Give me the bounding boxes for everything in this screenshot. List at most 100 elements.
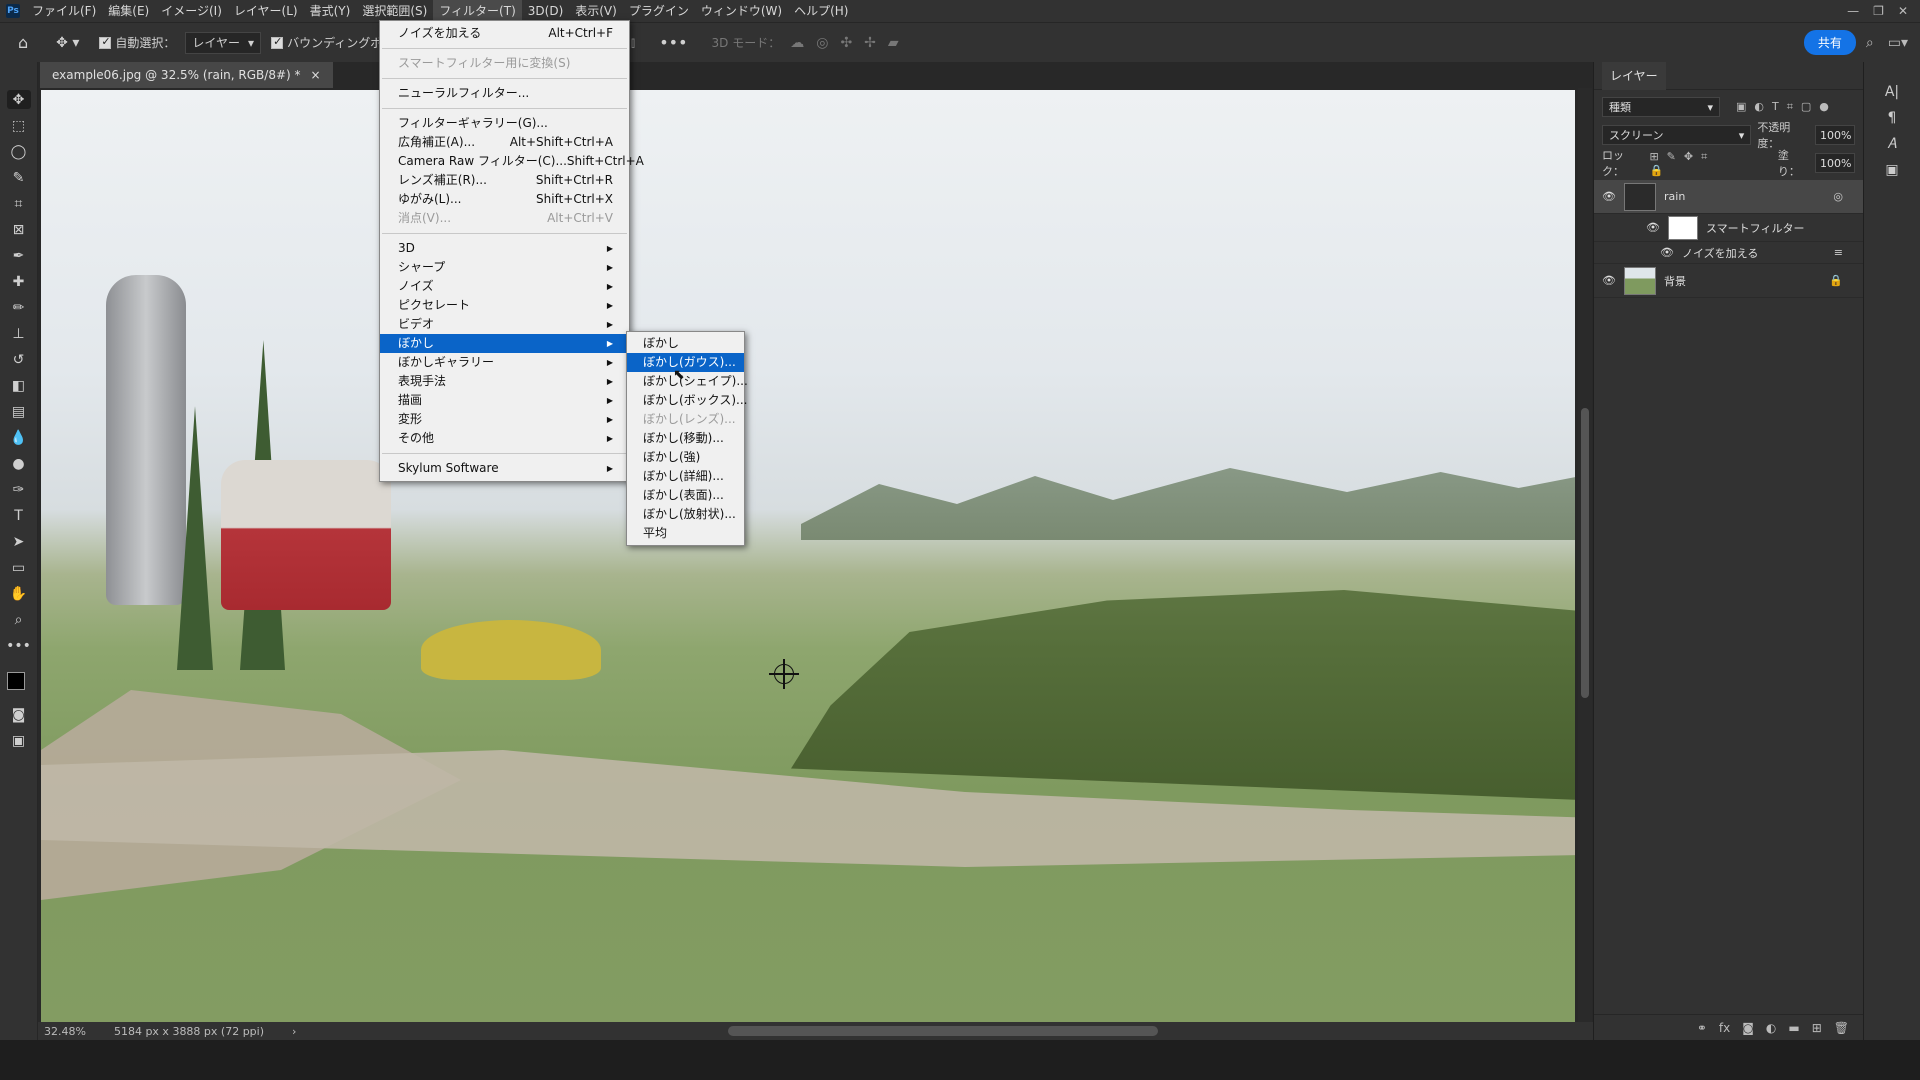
rectangle-tool-icon[interactable]: ▭ — [7, 558, 31, 577]
more-options-icon[interactable]: ••• — [659, 33, 687, 52]
path-select-icon[interactable]: ➤ — [7, 532, 31, 551]
horizontal-scroll-thumb[interactable] — [728, 1026, 1158, 1036]
history-brush-icon[interactable]: ↺ — [7, 350, 31, 369]
stamp-tool-icon[interactable]: ⊥ — [7, 324, 31, 343]
filter-menu-item[interactable]: ニューラルフィルター... — [380, 84, 629, 103]
eye-icon[interactable]: 👁 — [1646, 221, 1660, 234]
minimize-button[interactable]: — — [1847, 4, 1859, 18]
search-icon[interactable]: ⌕ — [1866, 35, 1874, 51]
quick-select-tool-icon[interactable]: ✎ — [7, 168, 31, 187]
brush-tool-icon[interactable]: ✏ — [7, 298, 31, 317]
restore-button[interactable]: ❐ — [1873, 4, 1884, 18]
filter-menu-item[interactable]: レンズ補正(R)... Shift+Ctrl+R — [380, 171, 629, 190]
layer-filter-dropdown[interactable]: 種類 ▾ — [1602, 97, 1720, 117]
new-layer-icon[interactable]: ⊞ — [1812, 1021, 1822, 1035]
menu-3d[interactable]: 3D(D) — [522, 0, 569, 22]
mask-icon[interactable]: ◙ — [1742, 1021, 1754, 1035]
auto-select-checkbox[interactable] — [99, 35, 112, 49]
close-tab-icon[interactable]: × — [311, 62, 321, 88]
menu-view[interactable]: 表示(V) — [569, 0, 623, 22]
screen-mode-icon[interactable]: ▣ — [7, 731, 31, 750]
hand-tool-icon[interactable]: ✋ — [7, 584, 31, 603]
menu-plugins[interactable]: プラグイン — [623, 0, 695, 22]
trash-icon[interactable]: 🗑 — [1834, 1021, 1849, 1035]
opacity-field[interactable]: 100% — [1815, 125, 1855, 145]
color-swatches[interactable] — [5, 670, 33, 698]
marquee-tool-icon[interactable]: ⬚ — [7, 116, 31, 135]
orbit-icon[interactable]: ☁ — [790, 35, 804, 51]
home-icon[interactable]: ⌂ — [18, 33, 28, 52]
healing-brush-icon[interactable]: ✚ — [7, 272, 31, 291]
menu-type[interactable]: 書式(Y) — [304, 0, 357, 22]
bounding-box-checkbox[interactable] — [271, 35, 284, 49]
adjustment-icon[interactable]: ◐ — [1766, 1021, 1776, 1035]
roll-icon[interactable]: ◎ — [816, 35, 828, 51]
blur-tool-icon[interactable]: 💧 — [7, 428, 31, 447]
auto-select-option[interactable]: 自動選択： — [99, 34, 175, 51]
align-right-icon[interactable]: ⫾ — [631, 35, 635, 51]
auto-select-dropdown[interactable]: レイヤー ▾ — [185, 31, 262, 54]
filter-menu-item[interactable]: 広角補正(A)... Alt+Shift+Ctrl+A — [380, 133, 629, 152]
filter-menu-item[interactable]: フィルターギャラリー(G)... — [380, 114, 629, 133]
filter-menu-item[interactable]: ゆがみ(L)... Shift+Ctrl+X — [380, 190, 629, 209]
filter-menu-item[interactable]: ノイズ ▶ — [380, 277, 629, 296]
move-tool-icon[interactable]: ✥ ▾ — [56, 35, 79, 51]
vertical-scroll-thumb[interactable] — [1581, 408, 1589, 698]
vertical-scrollbar[interactable] — [1578, 88, 1592, 1022]
link-icon[interactable]: ⚭ — [1697, 1021, 1707, 1035]
document-tab[interactable]: example06.jpg @ 32.5% (rain, RGB/8#) * × — [40, 62, 333, 88]
eye-icon[interactable]: 👁 — [1602, 190, 1616, 203]
status-arrow-icon[interactable]: › — [292, 1025, 296, 1038]
move-tool-icon[interactable]: ✥ — [6, 90, 31, 109]
dodge-tool-icon[interactable]: ● — [7, 454, 31, 473]
filter-menu-item[interactable]: ピクセレート ▶ — [380, 296, 629, 315]
blur-menu-item[interactable]: ぼかし — [627, 334, 744, 353]
crop-tool-icon[interactable]: ⌗ — [7, 194, 31, 213]
blur-menu-item[interactable]: 平均 — [627, 524, 744, 543]
layer-rain[interactable]: 👁 rain ◎ — [1594, 180, 1863, 214]
fx-icon[interactable]: fx — [1719, 1021, 1730, 1035]
layer-background[interactable]: 👁 背景 🔒 — [1594, 264, 1863, 298]
pan-icon[interactable]: ✣ — [840, 35, 852, 51]
scale-icon[interactable]: ▰ — [888, 35, 899, 51]
lock-icons[interactable]: ⊞✎✥⌗🔒 — [1649, 150, 1731, 177]
menu-filter[interactable]: フィルター(T) — [433, 0, 522, 22]
filter-menu-item[interactable]: ぼかしギャラリー ▶ — [380, 353, 629, 372]
slide-icon[interactable]: ✢ — [864, 35, 876, 51]
filter-menu-item[interactable]: 3D ▶ — [380, 239, 629, 258]
blur-menu-item[interactable]: ぼかし(詳細)... — [627, 467, 744, 486]
smart-filter-row[interactable]: 👁 スマートフィルター — [1594, 214, 1863, 242]
eye-icon[interactable]: 👁 — [1660, 246, 1674, 259]
type-tool-icon[interactable]: T — [7, 506, 31, 525]
filter-menu-item[interactable]: 描画 ▶ — [380, 391, 629, 410]
bounding-box-option[interactable]: バウンディングボ — [271, 34, 382, 51]
add-noise-filter-row[interactable]: 👁 ノイズを加える ≡ — [1594, 242, 1863, 264]
filter-menu-item[interactable]: ノイズを加える Alt+Ctrl+F — [380, 24, 629, 43]
filter-menu-item[interactable]: ビデオ ▶ — [380, 315, 629, 334]
fill-field[interactable]: 100% — [1815, 153, 1855, 173]
paragraph-icon[interactable]: ¶ — [1888, 110, 1897, 126]
blur-menu-item[interactable]: ぼかし(移動)... — [627, 429, 744, 448]
zoom-tool-icon[interactable]: ⌕ — [7, 610, 31, 629]
blur-menu-item[interactable]: ぼかし(ガウス)... — [627, 353, 744, 372]
foreground-color[interactable] — [6, 672, 25, 690]
menu-window[interactable]: ウィンドウ(W) — [695, 0, 788, 22]
glyphs-icon[interactable]: 𝐴 — [1887, 136, 1896, 152]
image-canvas[interactable] — [41, 90, 1575, 1022]
filter-menu-item[interactable]: 変形 ▶ — [380, 410, 629, 429]
zoom-level[interactable]: 32.48% — [44, 1025, 86, 1038]
eyedropper-tool-icon[interactable]: ✒ — [7, 246, 31, 265]
blur-menu-item[interactable]: ぼかし(強) — [627, 448, 744, 467]
menu-edit[interactable]: 編集(E) — [102, 0, 155, 22]
blur-menu-item[interactable]: ぼかし(シェイプ)... — [627, 372, 748, 391]
more-tools-icon[interactable]: ••• — [6, 636, 31, 655]
filter-menu-item[interactable]: Skylum Software ▶ — [380, 459, 629, 478]
filter-menu-item[interactable]: シャープ ▶ — [380, 258, 629, 277]
eye-icon[interactable]: 👁 — [1602, 274, 1616, 287]
filter-menu-item[interactable]: 表現手法 ▶ — [380, 372, 629, 391]
filter-menu-item[interactable]: Camera Raw フィルター(C)... Shift+Ctrl+A — [380, 152, 644, 171]
close-button[interactable]: ✕ — [1898, 4, 1908, 18]
layers-tab[interactable]: レイヤー — [1602, 61, 1666, 90]
blur-menu-item[interactable]: ぼかし(放射状)... — [627, 505, 744, 524]
menu-select[interactable]: 選択範囲(S) — [356, 0, 433, 22]
